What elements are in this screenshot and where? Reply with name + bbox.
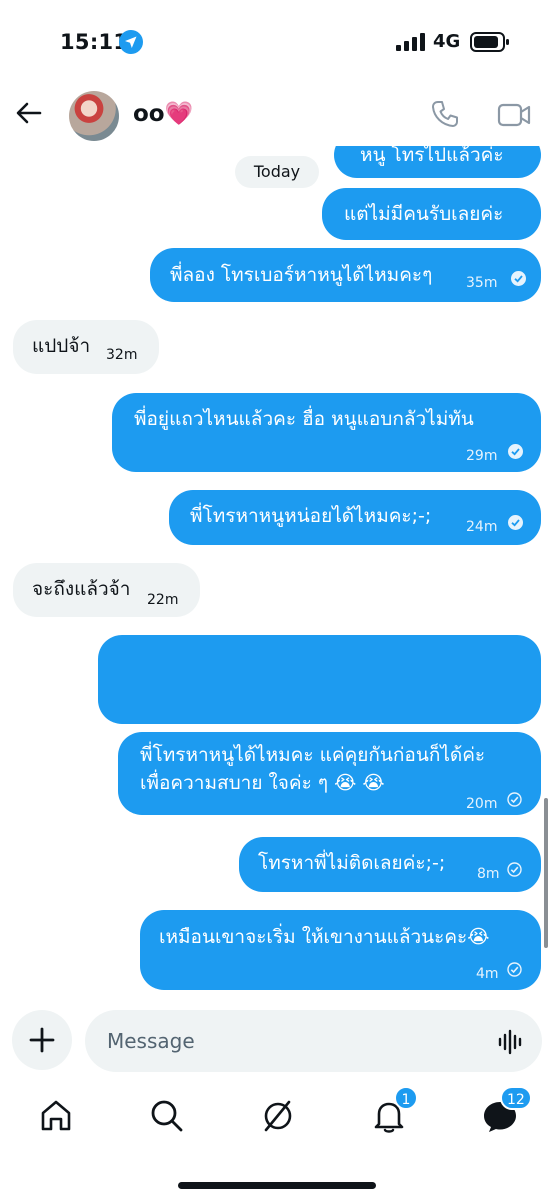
contact-avatar[interactable] (69, 91, 119, 141)
sent-check-icon (507, 962, 522, 977)
cellular-signal-icon (396, 33, 425, 51)
messages-tab[interactable]: 12 (480, 1086, 532, 1136)
message-bubble-blank[interactable] (98, 635, 541, 724)
status-bar: 15:11 4G (0, 0, 554, 86)
notifications-badge: 1 (394, 1086, 418, 1110)
message-bubble-outgoing[interactable]: พี่อยู่แถวไหนแล้วคะ ฮื่อ หนูแอบกลัวไม่ทั… (112, 393, 541, 472)
message-timestamp: 35m (466, 275, 498, 291)
notifications-tab[interactable]: 1 (369, 1086, 418, 1136)
sent-check-icon (507, 792, 522, 807)
back-arrow-icon[interactable] (14, 98, 44, 128)
message-list[interactable]: หนู โทรไปแล้วค่ะ Today แต่ไม่มีคนรับเลยค… (0, 146, 554, 996)
battery-icon (470, 32, 509, 52)
message-text: พี่โทรหาหนูได้ไหมคะ แค่คุยกันก่อนก็ได้ค่… (140, 744, 486, 766)
message-bubble-outgoing[interactable]: เหมือนเขาจะเริ่ม ให้เขางานแล้วนะคะ😭 4m (140, 910, 541, 990)
date-divider: Today (235, 156, 319, 188)
home-icon[interactable] (36, 1096, 76, 1136)
read-check-icon (508, 515, 523, 530)
message-input[interactable] (85, 1010, 542, 1072)
message-timestamp: 24m (466, 519, 498, 535)
message-timestamp: 29m (466, 448, 498, 464)
phone-call-icon[interactable] (430, 99, 460, 129)
message-text: พี่ลอง โทรเบอร์หาหนูได้ไหมคะๆ (170, 264, 433, 286)
bottom-tab-bar: 1 12 (0, 1082, 554, 1200)
voice-message-icon[interactable] (496, 1027, 526, 1057)
message-timestamp: 4m (476, 966, 499, 982)
video-call-icon[interactable] (497, 100, 531, 130)
message-timestamp: 20m (466, 796, 498, 812)
plus-icon (29, 1027, 55, 1053)
message-bubble-outgoing[interactable]: แต่ไม่มีคนรับเลยค่ะ (322, 188, 541, 240)
message-bubble-outgoing[interactable]: พี่ลอง โทรเบอร์หาหนูได้ไหมคะๆ 35m (150, 248, 541, 302)
message-timestamp: 8m (477, 866, 500, 882)
scrollbar[interactable] (544, 798, 548, 948)
network-type: 4G (433, 31, 461, 52)
location-arrow-icon (119, 30, 143, 54)
read-check-icon (508, 444, 523, 459)
messages-badge: 12 (500, 1086, 532, 1110)
message-text: พี่อยู่แถวไหนแล้วคะ ฮื่อ หนูแอบกลัวไม่ทั… (134, 408, 474, 430)
message-bubble-outgoing[interactable]: โทรหาพี่ไม่ติดเลยค่ะ;-; 8m (239, 837, 541, 892)
contact-name[interactable]: oo💗 (133, 100, 193, 127)
add-attachment-button[interactable] (12, 1010, 72, 1070)
message-composer (0, 1006, 554, 1078)
message-text: แปปจ้า (32, 335, 91, 357)
message-timestamp: 32m (106, 347, 138, 363)
delivered-check-icon (511, 271, 526, 286)
message-bubble-incoming[interactable]: แปปจ้า 32m (13, 320, 159, 374)
message-text: พี่โทรหาหนูหน่อยได้ไหมคะ;-; (190, 505, 432, 527)
message-timestamp: 22m (147, 592, 179, 608)
message-text: จะถึงแล้วจ้า (32, 578, 131, 600)
home-indicator (178, 1182, 376, 1189)
conversation-header: oo💗 (0, 86, 554, 146)
message-bubble-outgoing[interactable]: พี่โทรหาหนูหน่อยได้ไหมคะ;-; 24m (169, 490, 541, 545)
message-text: โทรหาพี่ไม่ติดเลยค่ะ;-; (258, 852, 446, 874)
sent-check-icon (507, 862, 522, 877)
message-bubble-outgoing[interactable]: พี่โทรหาหนูได้ไหมคะ แค่คุยกันก่อนก็ได้ค่… (118, 732, 541, 815)
message-text: หนู โทรไปแล้วค่ะ (360, 146, 504, 166)
message-text: เหมือนเขาจะเริ่ม ให้เขางานแล้วนะคะ😭 (159, 926, 490, 948)
search-icon[interactable] (147, 1096, 187, 1136)
message-text: แต่ไม่มีคนรับเลยค่ะ (344, 203, 504, 225)
message-bubble-incoming[interactable]: จะถึงแล้วจ้า 22m (13, 563, 200, 617)
message-bubble-outgoing[interactable]: หนู โทรไปแล้วค่ะ (334, 146, 541, 178)
grok-icon[interactable] (258, 1096, 298, 1136)
